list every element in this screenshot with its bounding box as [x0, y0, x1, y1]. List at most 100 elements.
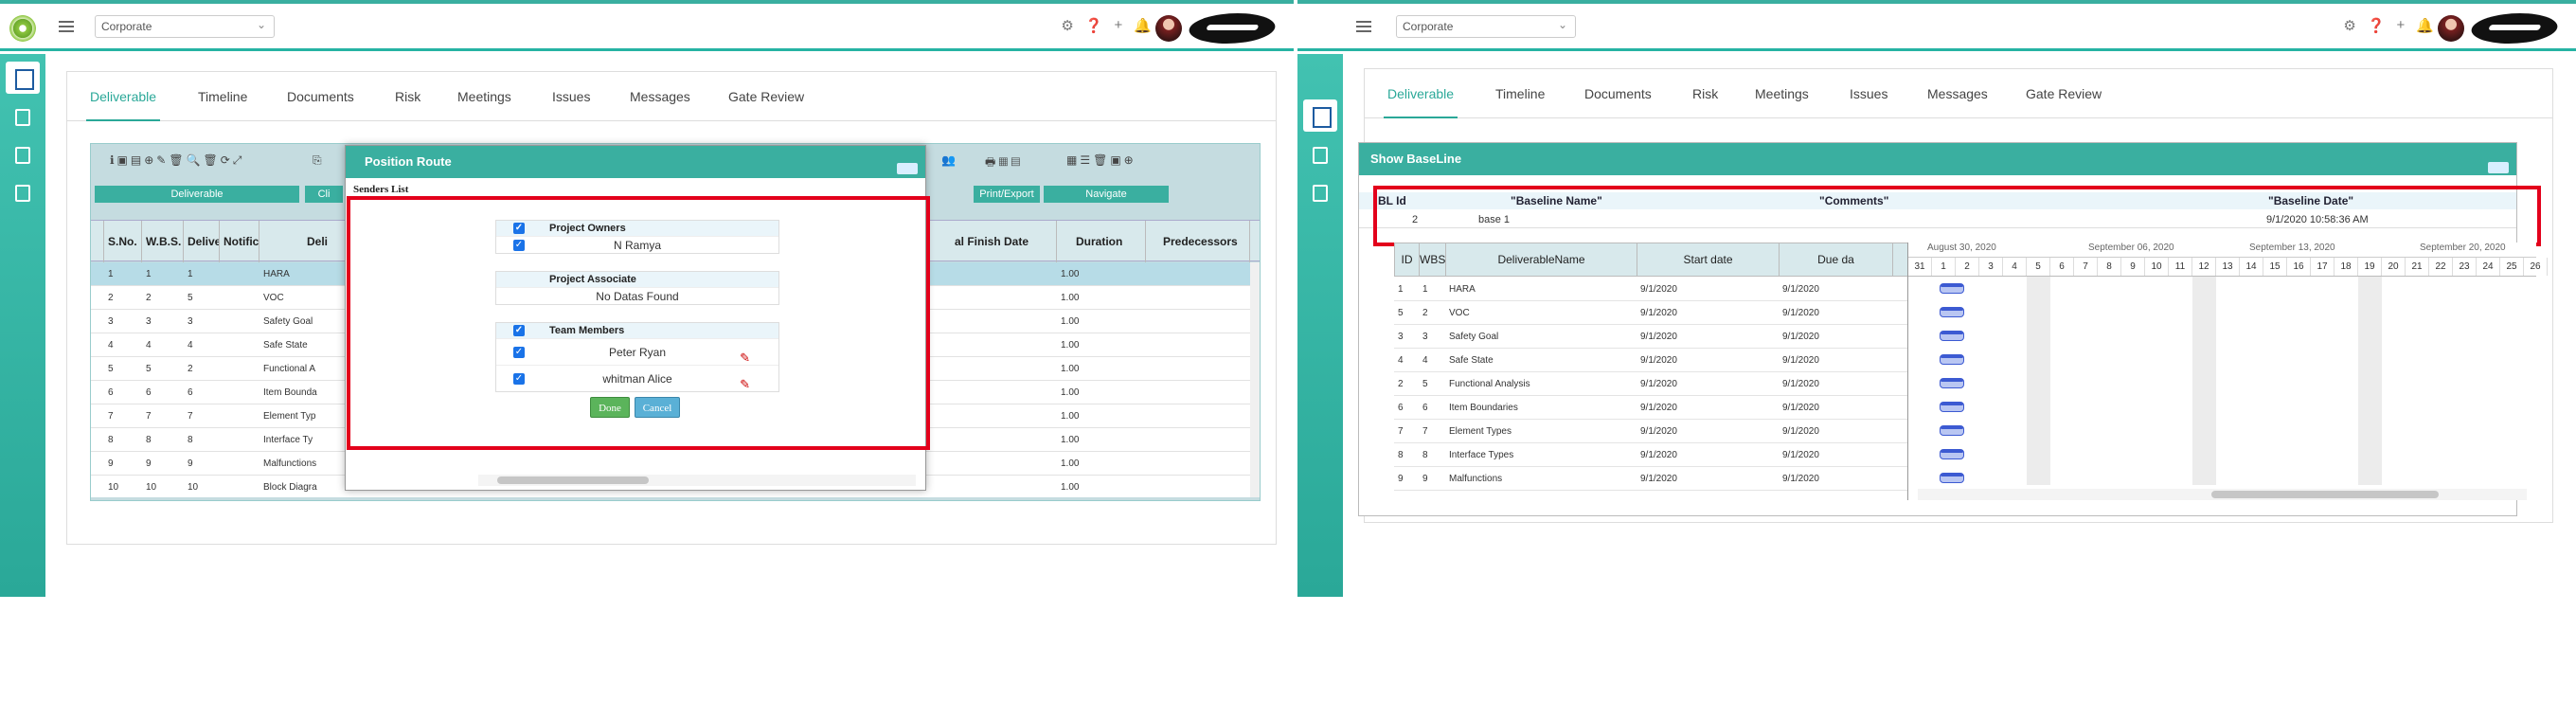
tab-messages[interactable]: Messages: [626, 72, 694, 121]
group-print-export[interactable]: Print/Export: [974, 186, 1040, 203]
gantt-task-bar[interactable]: [1940, 378, 1964, 388]
dialog-horizontal-scrollbar[interactable]: [478, 475, 916, 486]
col-wbs[interactable]: W.B.S.: [142, 221, 184, 262]
hamburger-menu-icon[interactable]: [59, 21, 74, 32]
cell-wbs: 10: [146, 482, 157, 493]
cell-wbs: 8: [1422, 450, 1428, 460]
tab-documents[interactable]: Documents: [283, 72, 358, 121]
tab-risk[interactable]: Risk: [391, 72, 424, 121]
group-cli[interactable]: Cli: [305, 186, 343, 203]
col-actual-finish[interactable]: al Finish Date: [951, 221, 1057, 262]
cell-name: Interface Types: [1449, 450, 1514, 460]
sidebar-item-doc-3[interactable]: [15, 185, 30, 202]
grid-vertical-scrollbar[interactable]: [1250, 262, 1260, 497]
cell-sno: 5: [108, 364, 114, 374]
tab-meetings[interactable]: Meetings: [454, 72, 515, 121]
table-row[interactable]: 2 5 Functional Analysis 9/1/2020 9/1/2020: [1394, 372, 1909, 396]
tab-documents[interactable]: Documents: [1581, 69, 1655, 118]
col-start-date[interactable]: Start date: [1637, 243, 1780, 276]
cell-wbs: 5: [146, 364, 152, 374]
avatar[interactable]: [2438, 15, 2464, 42]
hamburger-menu-icon[interactable]: [1356, 21, 1371, 32]
app-logo[interactable]: [9, 15, 36, 42]
scroll-thumb[interactable]: [2211, 491, 2439, 498]
table-row[interactable]: 5 2 VOC 9/1/2020 9/1/2020: [1394, 301, 1909, 325]
cell-sno: 3: [108, 316, 114, 327]
tab-issues[interactable]: Issues: [548, 72, 594, 121]
gantt-horizontal-scrollbar[interactable]: [1918, 489, 2527, 500]
panel-window-controls[interactable]: [2488, 162, 2509, 173]
navigate-icons[interactable]: ▦☰🗑▣⊕: [1066, 153, 1136, 172]
avatar[interactable]: [1155, 15, 1182, 42]
col-deliverable-no[interactable]: Delive: [184, 221, 220, 262]
dialog-window-controls[interactable]: [897, 163, 918, 174]
help-icon[interactable]: ❓: [2368, 17, 2386, 34]
gantt-task-bar[interactable]: [1940, 449, 1964, 459]
org-select[interactable]: Corporate ⌄: [95, 15, 275, 38]
grid-toolbar-copy[interactable]: ⎘: [313, 153, 325, 172]
cell-wbs: 7: [146, 411, 152, 422]
gantt-day: 5: [2027, 258, 2050, 276]
table-row[interactable]: 8 8 Interface Types 9/1/2020 9/1/2020: [1394, 443, 1909, 467]
group-navigate[interactable]: Navigate: [1044, 186, 1169, 203]
tab-risk[interactable]: Risk: [1689, 69, 1722, 118]
cell-sno: 2: [108, 293, 114, 303]
sidebar-item-doc-2[interactable]: [1313, 185, 1328, 202]
group-deliverable[interactable]: Deliverable: [95, 186, 299, 203]
gantt-task-bar[interactable]: [1940, 307, 1964, 317]
help-icon[interactable]: ❓: [1085, 17, 1103, 34]
table-row[interactable]: 9 9 Malfunctions 9/1/2020 9/1/2020: [1394, 467, 1909, 491]
gantt-task-bar[interactable]: [1940, 354, 1964, 365]
tab-issues[interactable]: Issues: [1846, 69, 1891, 118]
tab-gate-review[interactable]: Gate Review: [2022, 69, 2105, 118]
table-row[interactable]: 1 1 HARA 9/1/2020 9/1/2020: [1394, 278, 1909, 301]
bell-icon[interactable]: 🔔: [2416, 17, 2434, 34]
col-due-date[interactable]: Due da: [1780, 243, 1893, 276]
sidebar-item-doc-2[interactable]: [15, 147, 30, 164]
col-sno[interactable]: S.No.: [104, 221, 142, 262]
col-wbs[interactable]: WBS: [1420, 243, 1446, 276]
bell-icon[interactable]: 🔔: [1134, 17, 1152, 34]
table-row[interactable]: 3 3 Safety Goal 9/1/2020 9/1/2020: [1394, 325, 1909, 349]
col-notification[interactable]: Notific: [220, 221, 259, 262]
tab-deliverable[interactable]: Deliverable: [86, 72, 161, 121]
sidebar-item-doc-1[interactable]: [15, 109, 30, 126]
sidebar-item-deliverables[interactable]: [6, 62, 40, 94]
print-export-icons[interactable]: 🖶▦▤: [985, 153, 1023, 172]
cell-start: 9/1/2020: [1640, 308, 1677, 318]
cell-sno: 10: [108, 482, 119, 493]
gear-icon[interactable]: ⚙: [1061, 17, 1073, 34]
people-icon[interactable]: 👥: [941, 153, 958, 172]
gantt-task-bar[interactable]: [1940, 283, 1964, 294]
sidebar-item-deliverables[interactable]: [1303, 99, 1337, 132]
col-duration[interactable]: Duration: [1057, 221, 1146, 262]
gantt-day: 1: [1932, 258, 1956, 276]
scroll-thumb[interactable]: [497, 476, 649, 484]
cell-wbs: 1: [1422, 284, 1428, 295]
table-row[interactable]: 6 6 Item Boundaries 9/1/2020 9/1/2020: [1394, 396, 1909, 420]
org-select[interactable]: Corporate ⌄: [1396, 15, 1576, 38]
table-row[interactable]: 4 4 Safe State 9/1/2020 9/1/2020: [1394, 349, 1909, 372]
table-row[interactable]: 7 7 Element Types 9/1/2020 9/1/2020: [1394, 420, 1909, 443]
tab-gate-review[interactable]: Gate Review: [724, 72, 808, 121]
gantt-week: September 13, 2020: [2249, 243, 2335, 253]
col-deliverable-name[interactable]: DeliverableName: [1446, 243, 1637, 276]
tab-deliverable[interactable]: Deliverable: [1384, 69, 1458, 118]
gear-icon[interactable]: ⚙: [2343, 17, 2355, 34]
sidebar-item-doc-1[interactable]: [1313, 147, 1328, 164]
col-predecessors[interactable]: Predecessors: [1146, 221, 1250, 262]
col-id[interactable]: ID: [1395, 243, 1420, 276]
grid-toolbar-icons[interactable]: ℹ▣▤⊕✎🗑🔍🗑⟳⤢: [110, 153, 244, 172]
cell-name: Item Boundaries: [1449, 403, 1518, 413]
tab-timeline[interactable]: Timeline: [194, 72, 251, 121]
plus-icon[interactable]: +: [2397, 17, 2406, 34]
gantt-task-bar[interactable]: [1940, 402, 1964, 412]
plus-icon[interactable]: +: [1115, 17, 1123, 34]
tab-messages[interactable]: Messages: [1923, 69, 1992, 118]
gantt-task-bar[interactable]: [1940, 331, 1964, 341]
gantt-task-bar[interactable]: [1940, 425, 1964, 436]
tab-meetings[interactable]: Meetings: [1751, 69, 1813, 118]
tab-timeline[interactable]: Timeline: [1492, 69, 1548, 118]
gantt-task-bar[interactable]: [1940, 473, 1964, 483]
cell-due: 9/1/2020: [1782, 426, 1819, 437]
